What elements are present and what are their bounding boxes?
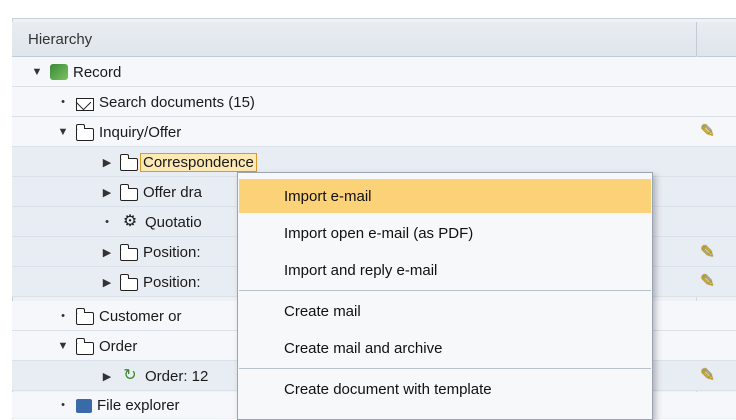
collapse-arrow-icon[interactable]: ▼: [56, 340, 70, 352]
tree-node-label: File explorer: [97, 396, 180, 414]
leaf-bullet-icon: •: [61, 399, 65, 411]
tree-node-label: Quotatio: [145, 213, 202, 231]
quotation-icon: ⚙: [122, 213, 138, 230]
tree-node-search-documents[interactable]: • Search documents (15): [56, 87, 255, 117]
expand-arrow-icon[interactable]: ▶: [100, 186, 114, 199]
folder-icon: [75, 307, 94, 325]
tree-node-label: Position:: [143, 243, 201, 261]
folder-icon: [119, 243, 138, 261]
tree-node-label-selected: Correspondence: [140, 152, 257, 172]
menu-separator: [239, 290, 651, 291]
menu-item-create-document-with-template[interactable]: Create document with template: [239, 372, 651, 406]
record-icon: [50, 64, 68, 80]
folder-icon: [119, 183, 138, 201]
leaf-bullet-icon: •: [61, 96, 65, 108]
tree-node-customer-order[interactable]: • Customer or: [56, 301, 182, 331]
tree-node-label: Search documents (15): [99, 93, 255, 111]
menu-item-label: Import open e-mail (as PDF): [284, 224, 474, 242]
tree-node-position-1[interactable]: ▶ Position:: [100, 237, 201, 267]
tree-node-label: Order: [99, 337, 138, 355]
menu-item-create-mail[interactable]: Create mail: [239, 294, 651, 328]
menu-item-import-email[interactable]: Import e-mail: [239, 179, 651, 213]
tree-node-inquiry-offer[interactable]: ▼ Inquiry/Offer: [56, 117, 181, 147]
leaf-bullet-icon: •: [61, 310, 65, 322]
open-folder-icon: [75, 123, 94, 141]
expand-arrow-icon[interactable]: ▼: [30, 66, 44, 78]
tree-node-file-explorer[interactable]: • File explorer: [56, 392, 180, 418]
column-header-hierarchy[interactable]: Hierarchy: [12, 22, 696, 57]
open-folder-icon: [75, 337, 94, 355]
tree-node-position-2[interactable]: ▶ Position:: [100, 267, 201, 297]
column-header-secondary[interactable]: [696, 22, 736, 57]
context-menu: Import e-mail Import open e-mail (as PDF…: [237, 172, 653, 420]
menu-item-label: Import e-mail: [284, 187, 372, 205]
menu-item-label: Import and reply e-mail: [284, 261, 438, 279]
tree-node-label: Customer or: [99, 307, 182, 325]
edit-pencil-icon[interactable]: ✎: [700, 122, 722, 140]
menu-item-label: Create document with template: [284, 380, 492, 398]
file-explorer-icon: [76, 399, 92, 413]
tree-node-label: Record: [73, 63, 122, 81]
expand-arrow-icon[interactable]: ▶: [100, 246, 114, 259]
menu-separator: [239, 368, 651, 369]
edit-pencil-icon[interactable]: ✎: [700, 243, 722, 261]
menu-item-label: Create mail: [284, 302, 361, 320]
tree-node-record[interactable]: ▼ Record: [30, 57, 122, 87]
tree-node-order[interactable]: ▼ Order: [56, 331, 137, 361]
edit-pencil-icon[interactable]: ✎: [700, 366, 722, 384]
tree-node-label: Inquiry/Offer: [99, 123, 182, 141]
expand-arrow-icon[interactable]: ▶: [100, 156, 114, 169]
tree-node-quotation[interactable]: • ⚙ Quotatio: [100, 207, 202, 237]
folder-icon: [119, 273, 138, 291]
tree-node-label: Offer dra: [143, 183, 202, 201]
expand-arrow-icon[interactable]: ▶: [100, 370, 114, 383]
tree-node-label: Order: 12: [145, 367, 209, 385]
edit-pencil-icon[interactable]: ✎: [700, 272, 722, 290]
menu-item-import-and-reply-email[interactable]: Import and reply e-mail: [239, 253, 651, 287]
column-header-label: Hierarchy: [28, 31, 93, 48]
tree-node-order-12[interactable]: ▶ ↻ Order: 12: [100, 361, 209, 391]
folder-icon: [119, 153, 138, 171]
menu-item-label: Create mail and archive: [284, 339, 443, 357]
collapse-arrow-icon[interactable]: ▼: [56, 126, 70, 138]
menu-item-import-open-email-pdf[interactable]: Import open e-mail (as PDF): [239, 216, 651, 250]
order-icon: ↻: [123, 367, 137, 384]
menu-item-create-mail-and-archive[interactable]: Create mail and archive: [239, 331, 651, 365]
envelope-icon: [76, 97, 94, 111]
expand-arrow-icon[interactable]: ▶: [100, 276, 114, 289]
leaf-bullet-icon: •: [105, 216, 109, 228]
tree-node-correspondence[interactable]: ▶ Correspondence: [100, 147, 257, 177]
tree-node-label: Position:: [143, 273, 201, 291]
tree-node-offer-draft[interactable]: ▶ Offer dra: [100, 177, 202, 207]
